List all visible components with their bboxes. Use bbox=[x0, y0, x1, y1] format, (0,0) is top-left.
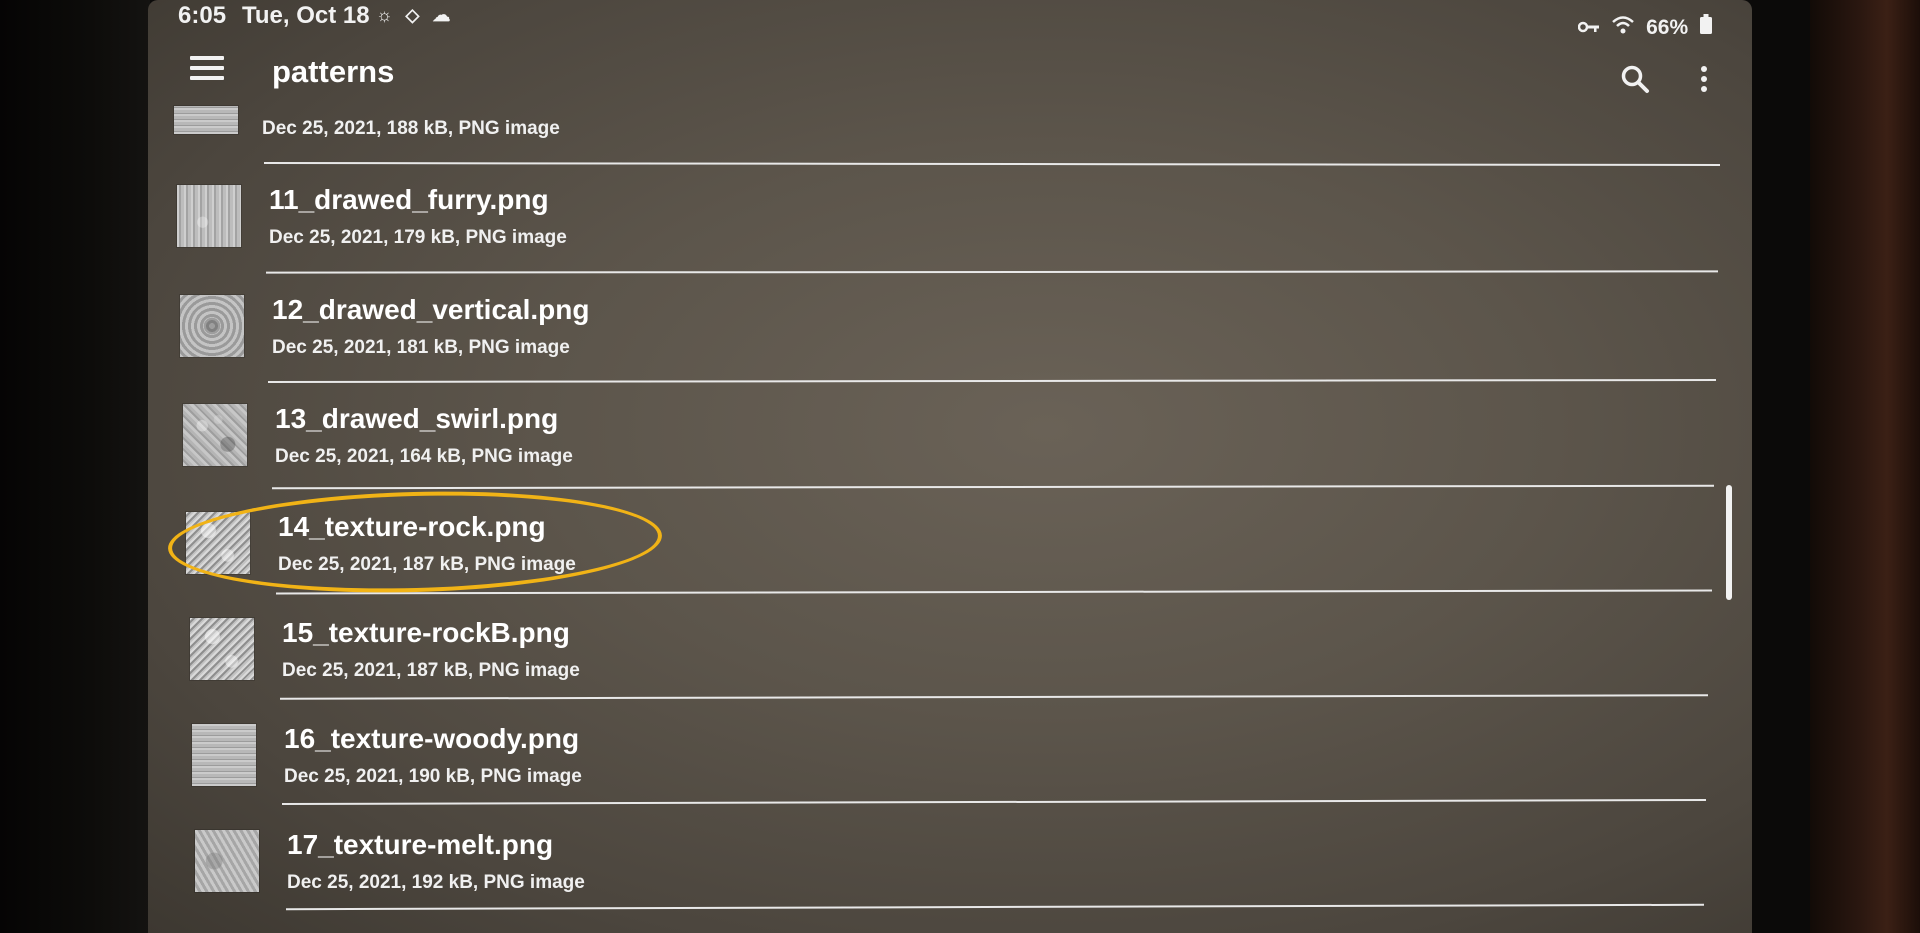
status-bar: 6:05 Tue, Oct 18 ☼ ◇ ☁ 66% bbox=[148, 0, 1752, 39]
device-screen: 6:05 Tue, Oct 18 ☼ ◇ ☁ 66% patterns Dec … bbox=[148, 0, 1752, 933]
weather-icons: ☼ ◇ ☁ bbox=[376, 5, 455, 25]
file-meta: Dec 25, 2021, 187 kB, PNG image bbox=[278, 554, 576, 575]
status-time: 6:05 bbox=[178, 2, 227, 29]
file-thumbnail bbox=[195, 830, 259, 892]
file-thumbnail bbox=[174, 106, 238, 134]
file-meta: Dec 25, 2021, 190 kB, PNG image bbox=[284, 766, 582, 787]
file-thumbnail bbox=[190, 618, 254, 680]
file-name: 12_drawed_vertical.png bbox=[272, 294, 590, 325]
more-vert-icon[interactable] bbox=[1696, 66, 1712, 96]
file-name: 13_drawed_swirl.png bbox=[275, 403, 559, 434]
file-meta: Dec 25, 2021, 188 kB, PNG image bbox=[262, 118, 560, 139]
file-row[interactable]: Dec 25, 2021, 188 kB, PNG image bbox=[174, 70, 1692, 176]
file-row-highlighted[interactable]: 14_texture-rock.png Dec 25, 2021, 187 kB… bbox=[186, 497, 1692, 603]
file-thumbnail bbox=[177, 185, 241, 247]
file-row[interactable]: 12_drawed_vertical.png Dec 25, 2021, 181… bbox=[180, 280, 1692, 386]
file-meta: Dec 25, 2021, 181 kB, PNG image bbox=[272, 337, 570, 358]
file-meta: Dec 25, 2021, 192 kB, PNG image bbox=[287, 872, 585, 893]
photo-background-left bbox=[0, 0, 150, 933]
file-row[interactable]: 11_drawed_furry.png Dec 25, 2021, 179 kB… bbox=[177, 170, 1692, 276]
file-name: 17_texture-melt.png bbox=[287, 829, 554, 860]
file-thumbnail bbox=[186, 512, 250, 574]
file-name: 16_texture-woody.png bbox=[284, 723, 580, 754]
file-meta: Dec 25, 2021, 164 kB, PNG image bbox=[275, 446, 573, 467]
file-thumbnail bbox=[183, 404, 247, 466]
file-name: 11_drawed_furry.png bbox=[269, 184, 549, 215]
photo-background-right bbox=[1810, 0, 1920, 933]
file-thumbnail bbox=[180, 295, 244, 357]
file-name: 15_texture-rockB.png bbox=[282, 617, 570, 648]
status-date: Tue, Oct 18 bbox=[242, 2, 370, 29]
file-meta: Dec 25, 2021, 179 kB, PNG image bbox=[269, 227, 567, 248]
file-name: 14_texture-rock.png bbox=[278, 511, 546, 542]
file-row[interactable]: 13_drawed_swirl.png Dec 25, 2021, 164 kB… bbox=[183, 389, 1692, 495]
file-row[interactable]: 15_texture-rockB.png Dec 25, 2021, 187 k… bbox=[190, 603, 1692, 709]
file-meta: Dec 25, 2021, 187 kB, PNG image bbox=[282, 660, 580, 681]
file-thumbnail bbox=[192, 724, 256, 786]
scrollbar-thumb[interactable] bbox=[1726, 485, 1732, 600]
